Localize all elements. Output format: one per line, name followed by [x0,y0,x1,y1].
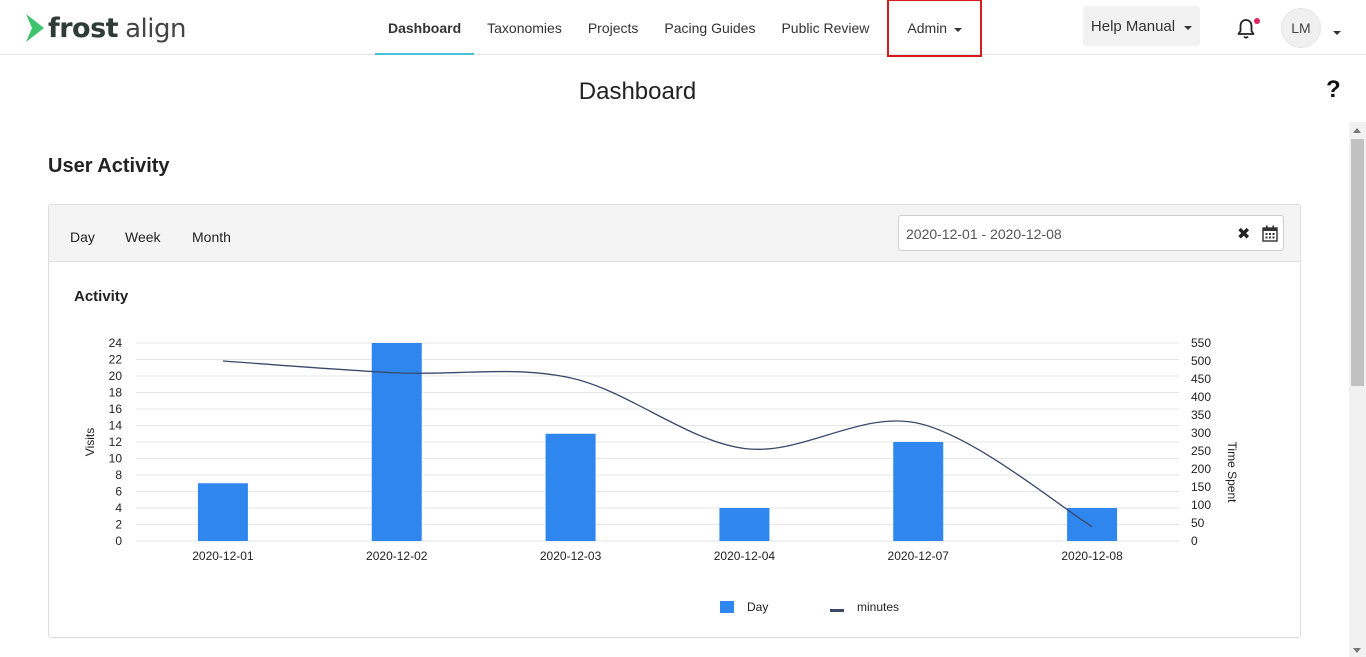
y-tick-label: 8 [115,468,122,482]
y-tick-label: 10 [109,452,123,466]
main-nav: Dashboard Taxonomies Projects Pacing Gui… [375,0,983,57]
clear-icon[interactable]: ✖ [1237,224,1250,244]
legend-day-swatch [720,601,734,613]
nav-public-review-label: Public Review [781,19,870,36]
legend-minutes-label: minutes [857,600,899,614]
nav-projects-label: Projects [587,19,639,36]
scroll-up-arrow-icon[interactable] [1353,128,1361,133]
help-manual-label: Help Manual [1090,17,1176,35]
activity-card-header: Day Week Month 2020-12-01 - 2020-12-08 ✖ [49,205,1300,262]
notification-dot [1254,18,1260,24]
y-right-tick-label: 250 [1191,444,1211,458]
legend-day-label: Day [747,600,768,614]
y-right-tick-label: 100 [1191,498,1211,512]
page-scrollbar[interactable] [1349,122,1366,657]
date-range-input[interactable]: 2020-12-01 - 2020-12-08 ✖ [898,215,1284,251]
x-tick-label: 2020-12-08 [1061,549,1123,563]
y-tick-label: 4 [115,501,122,515]
help-manual-dropdown[interactable]: Help Manual [1083,6,1200,46]
y-tick-label: 6 [115,485,122,499]
y-right-tick-label: 0 [1191,534,1198,548]
nav-projects[interactable]: Projects [575,0,652,55]
top-navbar: frost align Dashboard Taxonomies Projects… [0,0,1366,57]
y-tick-label: 18 [109,386,123,400]
legend-minutes-swatch [830,609,844,612]
date-range-value: 2020-12-01 - 2020-12-08 [906,226,1062,242]
frost-align-logo[interactable]: frost align [24,10,186,46]
x-tick-label: 2020-12-01 [192,549,254,563]
bar [197,483,248,541]
y-right-tick-label: 50 [1191,516,1205,530]
logo-text: frost align [48,12,186,44]
nav-taxonomies[interactable]: Taxonomies [474,0,575,55]
y-right-axis-title: Time Spent [1225,442,1239,504]
tab-day[interactable]: Day [70,229,95,245]
chevron-logo-icon [26,14,44,42]
y-tick-label: 20 [109,369,123,383]
y-tick-label: 24 [109,336,123,350]
nav-admin-dropdown[interactable]: Admin [887,0,983,57]
y-right-tick-label: 300 [1191,426,1211,440]
nav-pacing-guides-label: Pacing Guides [664,19,756,36]
y-right-tick-label: 450 [1191,372,1211,386]
nav-taxonomies-label: Taxonomies [487,19,562,36]
bar [1067,508,1118,541]
x-tick-label: 2020-12-07 [888,549,950,563]
tab-week[interactable]: Week [125,229,161,245]
y-right-tick-label: 500 [1191,354,1211,368]
activity-chart: 0246810121416182022240501001502002503003… [83,336,1239,614]
minutes-line [222,360,1093,528]
x-tick-label: 2020-12-03 [540,549,602,563]
y-tick-label: 2 [115,518,122,532]
calendar-icon[interactable] [1262,225,1278,242]
caret-down-icon [954,27,963,32]
bar [893,442,944,541]
y-right-tick-label: 350 [1191,408,1211,422]
help-question-icon[interactable]: ? [1326,76,1341,104]
y-tick-label: 14 [109,419,123,433]
x-tick-label: 2020-12-04 [714,549,776,563]
chart-title: Activity [74,288,129,305]
y-tick-label: 16 [109,402,123,416]
tab-month[interactable]: Month [192,229,231,245]
user-activity-heading: User Activity [48,155,170,177]
activity-card: Day Week Month 2020-12-01 - 2020-12-08 ✖… [48,204,1301,638]
y-tick-label: 22 [109,353,123,367]
caret-down-icon[interactable] [1333,31,1341,35]
y-right-tick-label: 550 [1191,336,1211,350]
y-right-tick-label: 150 [1191,480,1211,494]
x-tick-label: 2020-12-02 [366,549,428,563]
scroll-thumb[interactable] [1351,139,1364,386]
bar [719,508,770,541]
nav-dashboard-label: Dashboard [388,19,462,36]
y-right-tick-label: 200 [1191,462,1211,476]
y-right-tick-label: 400 [1191,390,1211,404]
y-axis-title: Visits [83,428,97,456]
y-tick-label: 12 [109,435,123,449]
user-avatar[interactable]: LM [1281,8,1321,48]
page-title: Dashboard [578,78,697,105]
nav-admin-label: Admin [907,20,948,36]
avatar-initials: LM [1291,20,1311,36]
nav-pacing-guides[interactable]: Pacing Guides [651,0,768,55]
nav-public-review[interactable]: Public Review [768,0,882,55]
bar [545,433,596,541]
nav-dashboard[interactable]: Dashboard [375,0,475,55]
scroll-down-arrow-icon[interactable] [1353,648,1361,653]
y-tick-label: 0 [115,534,122,548]
caret-down-icon [1184,25,1193,30]
